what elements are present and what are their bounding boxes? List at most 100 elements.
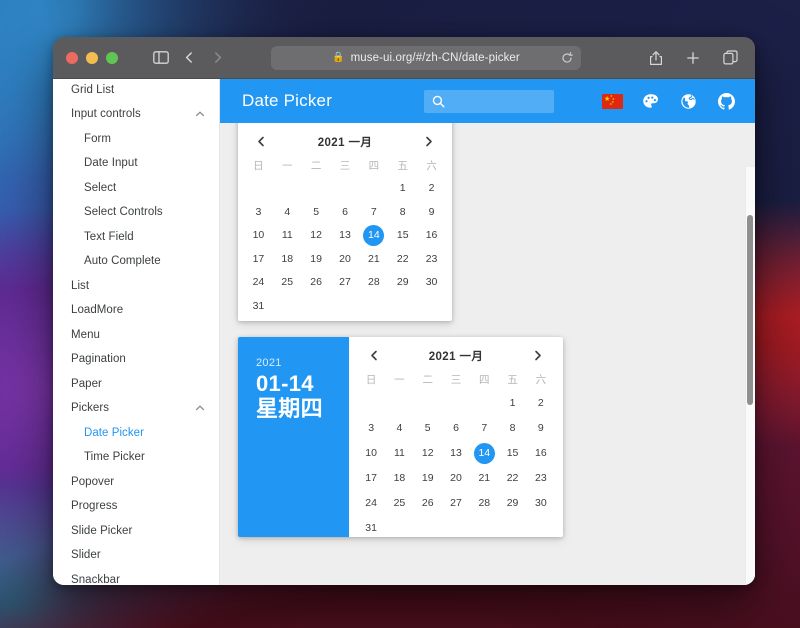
sidebar-item-menu[interactable]: Menu <box>53 323 219 348</box>
portrait-calendar-grid[interactable]: 日一二三四五六123456789101112131415161718192021… <box>244 154 446 317</box>
sidebar-item-grid-list[interactable]: Grid List <box>53 79 219 102</box>
portrait-calendar-day-cell[interactable]: 13 <box>331 224 360 247</box>
chevron-up-icon[interactable] <box>194 109 205 120</box>
portrait-calendar-day-cell[interactable]: 1 <box>388 177 417 200</box>
landscape-calendar-day-cell[interactable]: 28 <box>470 491 498 515</box>
sidebar-item-text-field[interactable]: Text Field <box>53 225 219 250</box>
chevron-up-icon[interactable] <box>194 403 205 414</box>
sidebar-item-snackbar[interactable]: Snackbar <box>53 568 219 586</box>
portrait-calendar-day-cell[interactable]: 26 <box>302 271 331 294</box>
landscape-calendar-day-cell[interactable]: 9 <box>527 416 555 440</box>
portrait-calendar-day-cell[interactable]: 19 <box>302 248 331 271</box>
portrait-calendar-day-cell[interactable]: 27 <box>331 271 360 294</box>
globe-icon[interactable] <box>678 91 699 112</box>
portrait-calendar-day-cell[interactable]: 7 <box>359 201 388 224</box>
sidebar-item-slide-picker[interactable]: Slide Picker <box>53 519 219 544</box>
landscape-calendar-day-cell[interactable]: 10 <box>357 441 385 465</box>
landscape-calendar-day-cell[interactable]: 2 <box>527 391 555 415</box>
landscape-calendar-day-cell[interactable]: 11 <box>385 441 413 465</box>
close-window-button[interactable] <box>66 52 78 64</box>
sidebar-item-date-input[interactable]: Date Input <box>53 151 219 176</box>
date-picker-landscape[interactable]: 2021 01-14 星期四 <box>238 337 563 537</box>
share-icon[interactable] <box>643 45 669 71</box>
landscape-calendar-day-selected[interactable]: 14 <box>470 441 498 465</box>
portrait-calendar-day-cell[interactable]: 5 <box>302 201 331 224</box>
portrait-calendar-day-cell[interactable]: 2 <box>417 177 446 200</box>
portrait-calendar-day-cell[interactable]: 22 <box>388 248 417 271</box>
landscape-calendar-day-cell[interactable]: 4 <box>385 416 413 440</box>
landscape-calendar-day-cell[interactable]: 1 <box>498 391 526 415</box>
portrait-calendar-day-cell[interactable]: 3 <box>244 201 273 224</box>
sidebar-item-time-picker[interactable]: Time Picker <box>53 445 219 470</box>
landscape-calendar-day-cell[interactable]: 19 <box>414 466 442 490</box>
forward-button[interactable] <box>204 45 230 71</box>
landscape-calendar-day-cell[interactable]: 3 <box>357 416 385 440</box>
portrait-calendar-day-cell[interactable]: 6 <box>331 201 360 224</box>
language-flag-china-icon[interactable]: ★ ★ ★ ★ ★ <box>602 91 623 112</box>
portrait-calendar-day-cell[interactable]: 28 <box>359 271 388 294</box>
landscape-calendar-day-cell[interactable]: 30 <box>527 491 555 515</box>
sidebar-item-loadmore[interactable]: LoadMore <box>53 298 219 323</box>
portrait-calendar-day-cell[interactable]: 17 <box>244 248 273 271</box>
landscape-calendar-day-cell[interactable]: 27 <box>442 491 470 515</box>
portrait-calendar-day-cell[interactable]: 25 <box>273 271 302 294</box>
landscape-calendar-day-cell[interactable]: 13 <box>442 441 470 465</box>
new-tab-icon[interactable] <box>680 45 706 71</box>
demo-content-scroll-area[interactable]: 01-14 星期四 2021 一月 <box>220 123 755 585</box>
portrait-calendar-day-cell[interactable]: 21 <box>359 248 388 271</box>
landscape-calendar-day-cell[interactable]: 20 <box>442 466 470 490</box>
sidebar-item-select-controls[interactable]: Select Controls <box>53 200 219 225</box>
landscape-calendar-day-cell[interactable]: 29 <box>498 491 526 515</box>
landscape-calendar-day-cell[interactable]: 21 <box>470 466 498 490</box>
zoom-window-button[interactable] <box>106 52 118 64</box>
sidebar-item-slider[interactable]: Slider <box>53 543 219 568</box>
chevron-left-icon[interactable] <box>252 133 270 151</box>
chevron-right-icon[interactable] <box>420 133 438 151</box>
portrait-calendar-day-cell[interactable]: 4 <box>273 201 302 224</box>
chevron-left-icon[interactable] <box>365 347 383 365</box>
search-input[interactable] <box>451 95 546 107</box>
portrait-calendar-day-cell[interactable]: 11 <box>273 224 302 247</box>
landscape-calendar-day-cell[interactable]: 12 <box>414 441 442 465</box>
portrait-calendar-day-cell[interactable]: 31 <box>244 295 273 318</box>
landscape-calendar-day-cell[interactable]: 7 <box>470 416 498 440</box>
landscape-calendar-day-cell[interactable]: 15 <box>498 441 526 465</box>
landscape-calendar-day-cell[interactable]: 31 <box>357 516 385 537</box>
portrait-calendar-day-selected[interactable]: 14 <box>359 224 388 247</box>
sidebar-item-date-picker[interactable]: Date Picker <box>53 421 219 446</box>
landscape-calendar-day-cell[interactable]: 16 <box>527 441 555 465</box>
sidebar-item-list[interactable]: List <box>53 274 219 299</box>
portrait-calendar-day-cell[interactable]: 10 <box>244 224 273 247</box>
portrait-calendar-day-cell[interactable]: 23 <box>417 248 446 271</box>
reload-icon[interactable] <box>561 52 573 64</box>
date-picker-portrait[interactable]: 01-14 星期四 2021 一月 <box>238 123 452 321</box>
portrait-calendar-day-cell[interactable]: 12 <box>302 224 331 247</box>
sidebar-item-input-controls[interactable]: Input controls <box>53 102 219 127</box>
sidebar-item-pagination[interactable]: Pagination <box>53 347 219 372</box>
portrait-calendar-day-cell[interactable]: 20 <box>331 248 360 271</box>
landscape-calendar-day-cell[interactable]: 26 <box>414 491 442 515</box>
docs-sidebar[interactable]: Expansion PanelGrid ListInput controlsFo… <box>53 79 220 585</box>
landscape-calendar-day-cell[interactable]: 6 <box>442 416 470 440</box>
landscape-calendar-grid[interactable]: 日一二三四五六123456789101112131415161718192021… <box>357 368 555 537</box>
portrait-calendar-day-cell[interactable]: 16 <box>417 224 446 247</box>
sidebar-item-paper[interactable]: Paper <box>53 372 219 397</box>
github-icon[interactable] <box>716 91 737 112</box>
portrait-calendar-day-cell[interactable]: 18 <box>273 248 302 271</box>
landscape-calendar-day-cell[interactable]: 22 <box>498 466 526 490</box>
landscape-calendar-day-cell[interactable]: 8 <box>498 416 526 440</box>
landscape-calendar-day-cell[interactable]: 25 <box>385 491 413 515</box>
portrait-calendar-day-cell[interactable]: 24 <box>244 271 273 294</box>
landscape-calendar-day-cell[interactable]: 5 <box>414 416 442 440</box>
sidebar-item-select[interactable]: Select <box>53 176 219 201</box>
sidebar-item-pickers[interactable]: Pickers <box>53 396 219 421</box>
sidebar-item-auto-complete[interactable]: Auto Complete <box>53 249 219 274</box>
tab-overview-icon[interactable] <box>717 45 743 71</box>
landscape-calendar-day-cell[interactable]: 24 <box>357 491 385 515</box>
landscape-calendar-day-cell[interactable]: 23 <box>527 466 555 490</box>
sidebar-toggle-icon[interactable] <box>148 45 174 71</box>
landscape-calendar-day-cell[interactable]: 17 <box>357 466 385 490</box>
back-button[interactable] <box>176 45 202 71</box>
search-box[interactable] <box>424 90 554 113</box>
page-scrollbar-thumb[interactable] <box>747 215 753 405</box>
